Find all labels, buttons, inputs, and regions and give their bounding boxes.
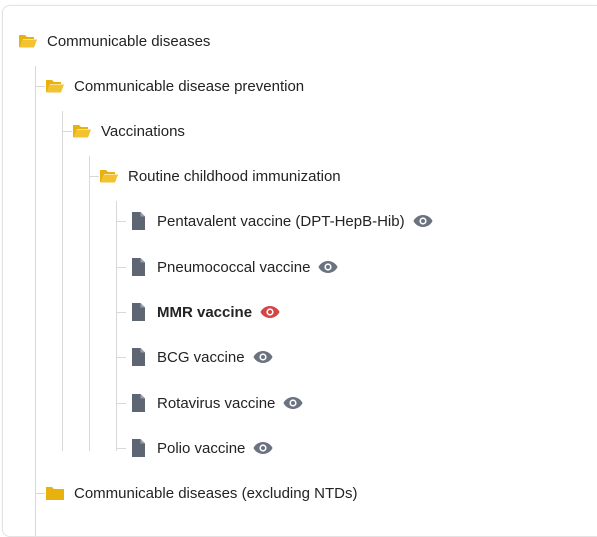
- folder-open-icon: [72, 121, 92, 141]
- tree-node-vaccinations[interactable]: Vaccinations: [3, 111, 597, 151]
- tree-leaf-label: Pneumococcal vaccine: [157, 258, 311, 276]
- folder-open-icon: [18, 31, 38, 51]
- tree-panel: Communicable diseases Communicable disea…: [2, 5, 597, 537]
- document-icon: [128, 302, 148, 322]
- tree-leaf-pentavalent-vaccine[interactable]: Pentavalent vaccine (DPT-HepB-Hib): [3, 201, 597, 241]
- tree-node-communicable-disease-prevention[interactable]: Communicable disease prevention: [3, 66, 597, 106]
- eye-icon[interactable]: [283, 396, 303, 410]
- tree-node-label: Communicable diseases: [47, 32, 211, 50]
- eye-icon[interactable]: [413, 214, 433, 228]
- folder-closed-icon: [45, 483, 65, 503]
- tree-leaf-mmr-vaccine[interactable]: MMR vaccine: [3, 292, 597, 332]
- tree-leaf-label: Pentavalent vaccine (DPT-HepB-Hib): [157, 212, 405, 230]
- document-icon: [128, 438, 148, 458]
- tree-leaf-bcg-vaccine[interactable]: BCG vaccine: [3, 337, 597, 377]
- tree-node-communicable-diseases[interactable]: Communicable diseases: [3, 21, 597, 61]
- tree-leaf-polio-vaccine[interactable]: Polio vaccine: [3, 428, 597, 468]
- eye-icon[interactable]: [253, 441, 273, 455]
- document-icon: [128, 347, 148, 367]
- tree-leaf-label: MMR vaccine: [157, 303, 253, 321]
- tree-leaf-rotavirus-vaccine[interactable]: Rotavirus vaccine: [3, 383, 597, 423]
- tree-leaf-label: BCG vaccine: [157, 348, 245, 366]
- document-icon: [128, 257, 148, 277]
- eye-icon[interactable]: [260, 305, 280, 319]
- tree-node-label: Communicable diseases (excluding NTDs): [74, 484, 358, 502]
- eye-icon[interactable]: [318, 260, 338, 274]
- eye-icon[interactable]: [253, 350, 273, 364]
- tree-node-routine-childhood-immunization[interactable]: Routine childhood immunization: [3, 156, 597, 196]
- tree-node-label: Vaccinations: [101, 122, 185, 140]
- document-icon: [128, 211, 148, 231]
- document-icon: [128, 393, 148, 413]
- folder-open-icon: [45, 76, 65, 96]
- folder-open-icon: [99, 166, 119, 186]
- tree-leaf-label: Rotavirus vaccine: [157, 394, 276, 412]
- tree-leaf-pneumococcal-vaccine[interactable]: Pneumococcal vaccine: [3, 247, 597, 287]
- tree-leaf-label: Polio vaccine: [157, 439, 246, 457]
- tree-node-label: Communicable disease prevention: [74, 77, 305, 95]
- tree-node-label: Routine childhood immunization: [128, 167, 341, 185]
- tree-node-communicable-diseases-excluding-ntds[interactable]: Communicable diseases (excluding NTDs): [3, 473, 597, 513]
